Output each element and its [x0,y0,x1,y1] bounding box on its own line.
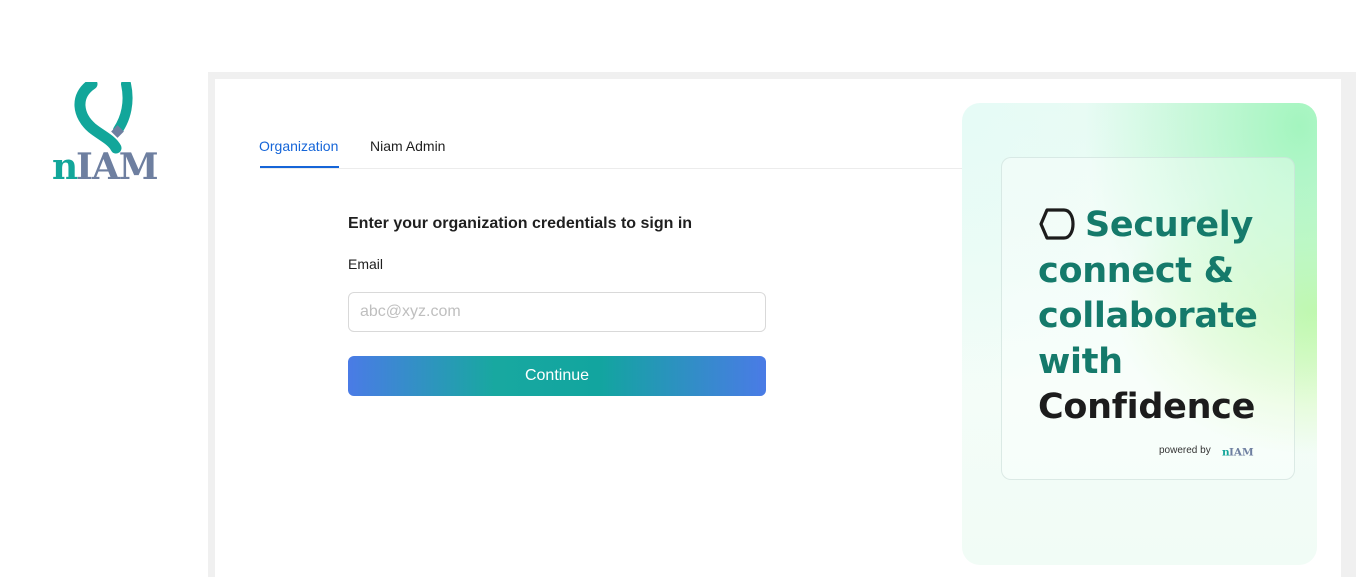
svg-text:IAM: IAM [76,146,158,180]
niam-logo: n IAM [52,82,159,180]
svg-text:IAM: IAM [1229,447,1254,457]
email-label: Email [348,256,384,272]
promo-line-4: with [1038,341,1123,382]
promo-line-5: Confidence [1038,387,1256,427]
niam-mini-logo: n IAM [1222,447,1254,457]
form-heading: Enter your organization credentials to s… [348,215,693,232]
continue-button[interactable]: Continue [348,356,766,396]
active-tab-indicator [260,166,339,168]
tab-niam-admin[interactable]: Niam Admin [370,138,445,154]
powered-by-text: powered by [1159,445,1211,456]
svg-text:n: n [52,146,78,180]
tab-organization[interactable]: Organization [259,138,338,154]
promo-tagline: Securely connect & collaborate with Conf… [1038,203,1288,431]
promo-line-3: collaborate [1038,296,1258,336]
promo-line-2: connect & [1038,250,1234,291]
promo-line-1: Securely [1085,205,1254,245]
email-input[interactable] [348,292,766,332]
